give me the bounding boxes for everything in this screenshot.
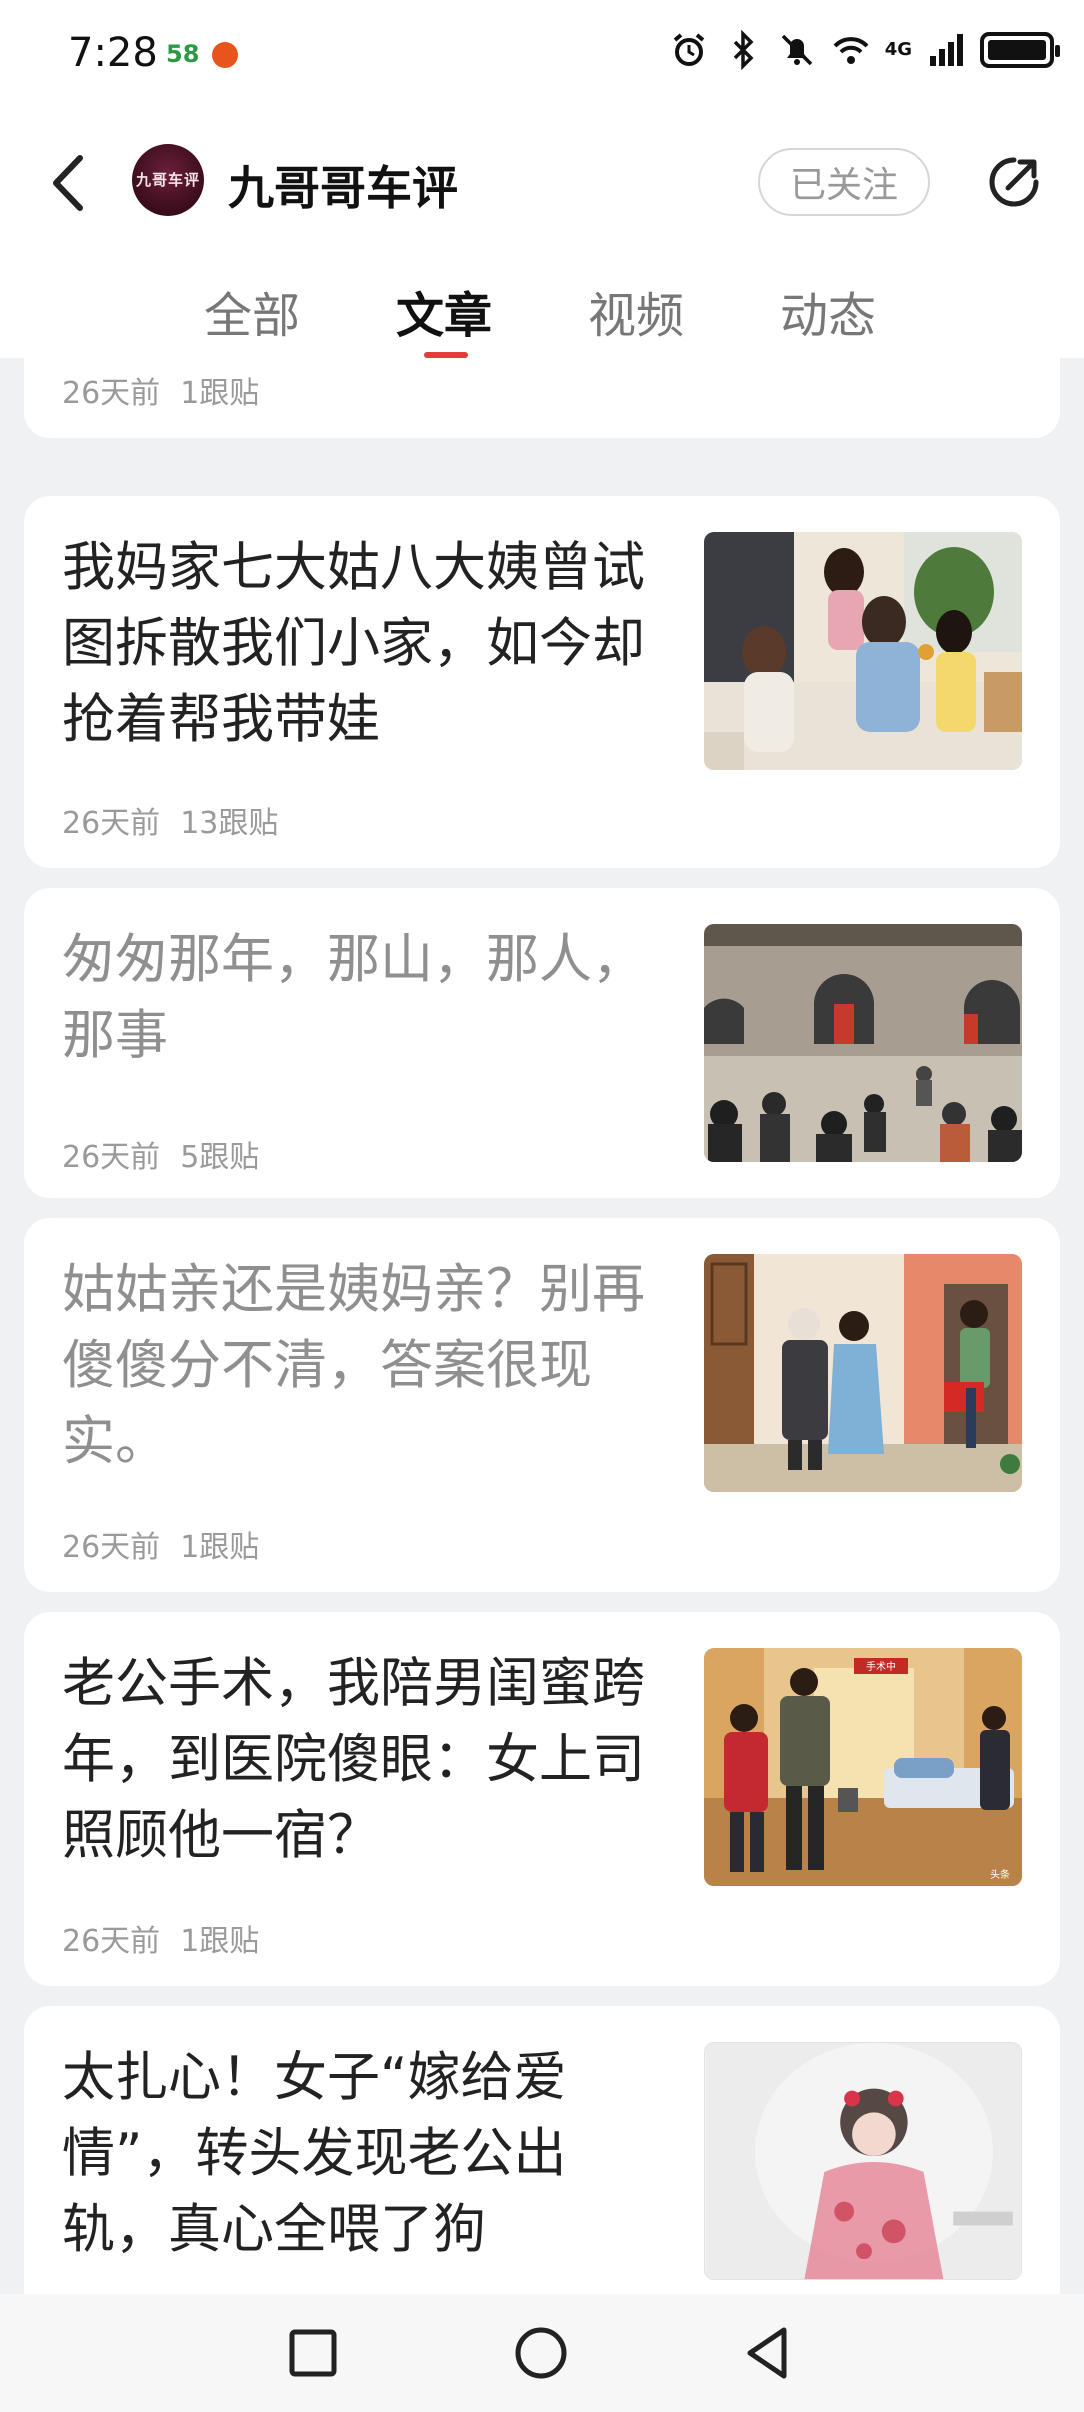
- article-meta: 26天前 1跟贴: [62, 1916, 259, 1960]
- article-meta: 26天前 1跟贴: [62, 368, 259, 412]
- article-thumbnail: [704, 532, 1022, 770]
- article-feed: 26天前 1跟贴 我妈家七大姑八大姨曾试图拆散我们小家，如今却抢着帮我带娃 26天…: [0, 358, 1084, 2294]
- article-replies: 13跟贴: [180, 806, 279, 841]
- hospital-sign-text: 手术中: [866, 1660, 896, 1673]
- avatar-text: 九哥车评: [135, 171, 200, 189]
- article-thumbnail: 手术中 头条: [704, 1648, 1022, 1886]
- article-time: 26天前: [62, 1140, 161, 1175]
- profile-header: 九哥车评 九哥哥车评 已关注: [0, 112, 1084, 248]
- home-button[interactable]: [510, 2322, 572, 2384]
- tab-posts[interactable]: 动态: [780, 276, 876, 346]
- tab-all[interactable]: 全部: [204, 276, 300, 346]
- article-thumbnail: [704, 2042, 1022, 2280]
- article-card[interactable]: 太扎心！女子“嫁给爱情”，转头发现老公出轨，真心全喂了狗: [24, 2006, 1060, 2294]
- article-card[interactable]: 我妈家七大姑八大姨曾试图拆散我们小家，如今却抢着帮我带娃 26天前 13跟贴: [24, 496, 1060, 868]
- circle-icon: [515, 2327, 567, 2379]
- back-arrow-icon: [53, 155, 83, 211]
- article-meta: 26天前 13跟贴: [62, 798, 278, 842]
- article-replies: 1跟贴: [180, 1530, 260, 1565]
- system-navigation-bar: [0, 2294, 1084, 2412]
- article-replies: 5跟贴: [180, 1140, 260, 1175]
- article-thumbnail: [704, 1254, 1022, 1492]
- signal-icon: [926, 30, 966, 70]
- square-icon: [289, 2329, 337, 2377]
- wifi-icon: [831, 30, 871, 70]
- article-title: 老公手术，我陪男闺蜜跨年，到医院傻眼：女上司照顾他一宿？: [62, 1653, 645, 1866]
- status-icons: 4G: [669, 29, 1060, 71]
- article-meta: 26天前 1跟贴: [62, 1522, 259, 1566]
- article-meta: 26天前 5跟贴: [62, 1132, 259, 1176]
- article-time: 26天前: [62, 1530, 161, 1565]
- article-time: 26天前: [62, 376, 161, 411]
- follow-button[interactable]: 已关注: [758, 148, 930, 216]
- avatar[interactable]: 九哥车评: [132, 144, 204, 216]
- app-notification-icon: [212, 42, 238, 68]
- watermark-text: 头条: [990, 1868, 1010, 1881]
- tab-videos[interactable]: 视频: [588, 276, 684, 346]
- article-title: 姑姑亲还是姨妈亲？别再傻傻分不清，答案很现实。: [62, 1259, 645, 1472]
- alarm-icon: [669, 30, 709, 70]
- article-thumbnail: [704, 924, 1022, 1162]
- article-card[interactable]: 26天前 1跟贴: [24, 358, 1060, 438]
- network-gen-label: 4G: [884, 39, 912, 60]
- back-nav-button[interactable]: [738, 2322, 800, 2384]
- status-bar: 7:28 58 4G: [0, 0, 1084, 112]
- back-button[interactable]: [40, 148, 100, 218]
- article-time: 26天前: [62, 806, 161, 841]
- status-time: 7:28: [68, 30, 158, 76]
- battery-icon: [980, 32, 1060, 68]
- article-replies: 1跟贴: [180, 376, 260, 411]
- article-title: 我妈家七大姑八大姨曾试图拆散我们小家，如今却抢着帮我带娃: [62, 537, 645, 750]
- content-tabs: 全部 文章 视频 动态: [0, 248, 1084, 358]
- article-time: 26天前: [62, 1924, 161, 1959]
- article-title: 匆匆那年，那山，那人，那事: [62, 929, 645, 1066]
- recents-button[interactable]: [282, 2322, 344, 2384]
- share-icon: [989, 157, 1039, 207]
- share-button[interactable]: [984, 152, 1044, 212]
- article-card[interactable]: 姑姑亲还是姨妈亲？别再傻傻分不清，答案很现实。 26天前 1跟贴: [24, 1218, 1060, 1592]
- mute-bell-icon: [777, 30, 817, 70]
- tab-articles[interactable]: 文章: [396, 276, 492, 346]
- triangle-back-icon: [747, 2327, 787, 2379]
- article-card[interactable]: 老公手术，我陪男闺蜜跨年，到医院傻眼：女上司照顾他一宿？ 26天前 1跟贴 手术中: [24, 1612, 1060, 1986]
- bluetooth-icon: [723, 29, 763, 71]
- article-replies: 1跟贴: [180, 1924, 260, 1959]
- channel-name[interactable]: 九哥哥车评: [228, 152, 458, 218]
- article-card[interactable]: 匆匆那年，那山，那人，那事 26天前 5跟贴: [24, 888, 1060, 1198]
- app-58-icon: 58: [166, 40, 200, 68]
- article-title: 太扎心！女子“嫁给爱情”，转头发现老公出轨，真心全喂了狗: [62, 2047, 567, 2260]
